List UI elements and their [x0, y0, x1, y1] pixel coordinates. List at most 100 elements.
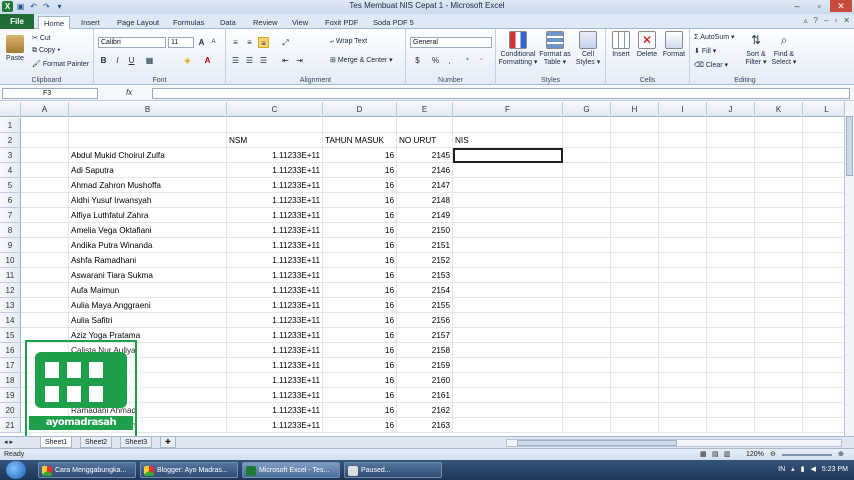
- cell[interactable]: [755, 313, 803, 328]
- sheet-tab-2[interactable]: Sheet2: [80, 437, 113, 448]
- cell[interactable]: [563, 328, 611, 343]
- font-name-combo[interactable]: Calibri: [98, 37, 166, 48]
- column-header-i[interactable]: I: [659, 102, 707, 117]
- value-cell[interactable]: 1.11233E+11: [227, 193, 323, 208]
- cut-button[interactable]: ✂ Cut: [32, 34, 51, 42]
- cell[interactable]: [659, 208, 707, 223]
- taskbar-item-chrome-2[interactable]: Blogger: Ayo Madras...: [140, 462, 238, 478]
- cell[interactable]: [755, 328, 803, 343]
- cell[interactable]: [659, 298, 707, 313]
- cell[interactable]: [755, 178, 803, 193]
- cell[interactable]: [755, 283, 803, 298]
- cell[interactable]: [563, 373, 611, 388]
- cell[interactable]: [611, 328, 659, 343]
- tab-data[interactable]: Data: [215, 16, 241, 29]
- cell[interactable]: [659, 373, 707, 388]
- cell[interactable]: [755, 223, 803, 238]
- row-header[interactable]: 8: [0, 223, 21, 238]
- workbook-minimize-icon[interactable]: –: [824, 16, 828, 25]
- tab-page-layout[interactable]: Page Layout: [112, 16, 164, 29]
- value-cell[interactable]: [397, 118, 453, 133]
- value-cell[interactable]: [453, 373, 563, 388]
- cell[interactable]: [707, 208, 755, 223]
- cell[interactable]: [21, 223, 69, 238]
- value-cell[interactable]: [453, 298, 563, 313]
- font-color-icon[interactable]: A: [202, 55, 213, 66]
- cell[interactable]: [563, 223, 611, 238]
- column-header-e[interactable]: E: [397, 102, 453, 117]
- value-cell[interactable]: 16: [323, 193, 397, 208]
- cell[interactable]: [611, 163, 659, 178]
- tab-formulas[interactable]: Formulas: [168, 16, 209, 29]
- column-title-cell[interactable]: NIS: [453, 133, 563, 148]
- cell[interactable]: [611, 193, 659, 208]
- value-cell[interactable]: 1.11233E+11: [227, 313, 323, 328]
- name-cell[interactable]: Adi Saputra: [69, 163, 227, 178]
- value-cell[interactable]: 16: [323, 373, 397, 388]
- tab-file[interactable]: File: [0, 14, 34, 29]
- cell[interactable]: [611, 223, 659, 238]
- name-cell[interactable]: Aufa Maimun: [69, 283, 227, 298]
- value-cell[interactable]: 2154: [397, 283, 453, 298]
- name-cell[interactable]: [69, 118, 227, 133]
- increase-indent-icon[interactable]: ⇥: [294, 55, 305, 66]
- cell[interactable]: [563, 403, 611, 418]
- tab-insert[interactable]: Insert: [76, 16, 105, 29]
- value-cell[interactable]: 1.11233E+11: [227, 163, 323, 178]
- value-cell[interactable]: [453, 343, 563, 358]
- value-cell[interactable]: [453, 223, 563, 238]
- column-header-h[interactable]: H: [611, 102, 659, 117]
- value-cell[interactable]: 16: [323, 208, 397, 223]
- cell[interactable]: [707, 118, 755, 133]
- sheet-tab-1[interactable]: Sheet1: [40, 437, 73, 448]
- decrease-decimal-icon[interactable]: ⁻: [476, 55, 487, 66]
- value-cell[interactable]: 1.11233E+11: [227, 358, 323, 373]
- language-indicator[interactable]: IN: [778, 460, 785, 480]
- cell[interactable]: [707, 223, 755, 238]
- cell[interactable]: [21, 283, 69, 298]
- borders-icon[interactable]: ▦: [144, 55, 155, 66]
- value-cell[interactable]: 2147: [397, 178, 453, 193]
- insert-function-icon[interactable]: fx: [126, 88, 132, 97]
- value-cell[interactable]: 1.11233E+11: [227, 343, 323, 358]
- cell[interactable]: [659, 313, 707, 328]
- name-box[interactable]: F3: [2, 88, 98, 99]
- row-header[interactable]: 12: [0, 283, 21, 298]
- cell[interactable]: [21, 133, 69, 148]
- cell[interactable]: [707, 373, 755, 388]
- cell[interactable]: [659, 118, 707, 133]
- formula-input[interactable]: [152, 88, 850, 99]
- cell[interactable]: [563, 253, 611, 268]
- cell[interactable]: [707, 163, 755, 178]
- column-header-b[interactable]: B: [69, 102, 227, 117]
- select-all-corner[interactable]: [0, 102, 21, 117]
- cell[interactable]: [563, 238, 611, 253]
- cell[interactable]: [21, 238, 69, 253]
- cell[interactable]: [21, 193, 69, 208]
- row-header[interactable]: 19: [0, 388, 21, 403]
- vertical-scrollbar[interactable]: [844, 102, 854, 436]
- value-cell[interactable]: [453, 253, 563, 268]
- value-cell[interactable]: [453, 118, 563, 133]
- cell[interactable]: [659, 133, 707, 148]
- format-painter-button[interactable]: 🖌 Format Painter: [32, 60, 89, 68]
- value-cell[interactable]: [453, 328, 563, 343]
- maximize-button[interactable]: ▫: [808, 0, 830, 12]
- tray-arrow-icon[interactable]: ▴: [791, 460, 795, 480]
- cell[interactable]: [707, 328, 755, 343]
- row-header[interactable]: 14: [0, 313, 21, 328]
- row-header[interactable]: 10: [0, 253, 21, 268]
- value-cell[interactable]: 2159: [397, 358, 453, 373]
- cell[interactable]: [611, 268, 659, 283]
- cell[interactable]: [707, 418, 755, 433]
- workbook-restore-icon[interactable]: ▫: [834, 16, 837, 25]
- cell[interactable]: [21, 148, 69, 163]
- cell[interactable]: [611, 133, 659, 148]
- row-header[interactable]: 6: [0, 193, 21, 208]
- cell[interactable]: [659, 328, 707, 343]
- cell[interactable]: [611, 208, 659, 223]
- fill-button[interactable]: ⬇ Fill ▾: [694, 47, 716, 55]
- value-cell[interactable]: [323, 118, 397, 133]
- cell[interactable]: [563, 208, 611, 223]
- align-right-icon[interactable]: ☰: [258, 55, 269, 66]
